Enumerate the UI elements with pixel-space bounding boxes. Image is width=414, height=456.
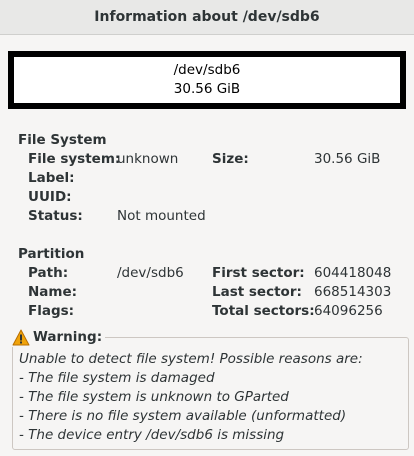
window-titlebar[interactable]: Information about /dev/sdb6 bbox=[0, 0, 414, 35]
warning-line: Unable to detect file system! Possible r… bbox=[19, 351, 363, 367]
window-title: Information about /dev/sdb6 bbox=[94, 9, 320, 25]
first-sector-value: 604418048 bbox=[314, 265, 392, 281]
filesystem-heading: File System bbox=[18, 132, 107, 148]
uuid-label: UUID: bbox=[28, 189, 72, 205]
path-label: Path: bbox=[28, 265, 69, 281]
total-sectors-label: Total sectors: bbox=[212, 303, 315, 319]
warning-icon bbox=[12, 329, 30, 346]
warning-heading: Warning: bbox=[33, 329, 103, 345]
warning-line: - The file system is damaged bbox=[19, 370, 215, 386]
path-value: /dev/sdb6 bbox=[117, 265, 184, 281]
warning-line: - There is no file system available (unf… bbox=[19, 408, 347, 424]
name-label: Name: bbox=[28, 284, 78, 300]
fs-label-label: Label: bbox=[28, 170, 75, 186]
graphic-device: /dev/sdb6 bbox=[173, 62, 241, 78]
status-value: Not mounted bbox=[117, 208, 206, 224]
total-sectors-value: 64096256 bbox=[314, 303, 383, 319]
partition-graphic: /dev/sdb6 30.56 GiB bbox=[8, 51, 406, 109]
first-sector-label: First sector: bbox=[212, 265, 305, 281]
size-label: Size: bbox=[212, 151, 249, 167]
warning-text: Unable to detect file system! Possible r… bbox=[19, 350, 363, 445]
size-value: 30.56 GiB bbox=[314, 151, 381, 167]
last-sector-label: Last sector: bbox=[212, 284, 302, 300]
fs-type-label: File system: bbox=[28, 151, 121, 167]
warning-line: - The device entry /dev/sdb6 is missing bbox=[19, 427, 285, 443]
fs-type-value: unknown bbox=[117, 151, 179, 167]
warning-header: Warning: bbox=[12, 327, 106, 347]
graphic-size: 30.56 GiB bbox=[173, 81, 241, 97]
flags-label: Flags: bbox=[28, 303, 75, 319]
warning-line: - The file system is unknown to GParted bbox=[19, 389, 289, 405]
status-label: Status: bbox=[28, 208, 83, 224]
last-sector-value: 668514303 bbox=[314, 284, 392, 300]
partition-heading: Partition bbox=[18, 246, 85, 262]
